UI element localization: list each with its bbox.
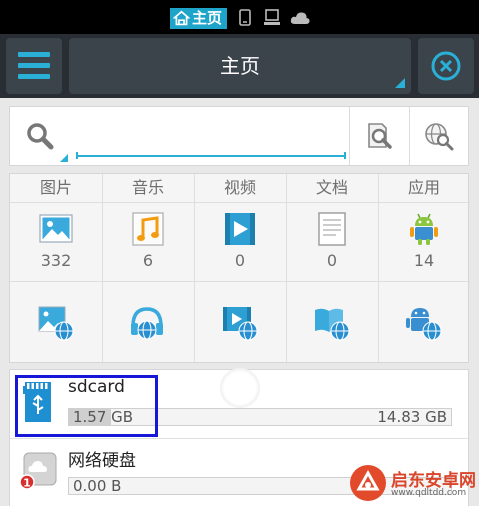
action-bar: 主页 [0, 34, 479, 98]
watermark-url: www.qdltdd.com [391, 488, 467, 498]
category-header-images[interactable]: 图片 [10, 174, 102, 202]
window-switcher[interactable]: 主页 [69, 38, 411, 94]
network-image-icon [38, 306, 74, 341]
category-video[interactable]: 0 [194, 203, 286, 281]
category-documents[interactable]: 0 [286, 203, 378, 281]
music-note-icon [132, 212, 164, 246]
search-type-button[interactable] [10, 107, 70, 165]
network-video-icon [223, 307, 258, 341]
search-bar [9, 106, 469, 166]
watermark-logo-icon [350, 465, 386, 501]
storage-used: 0.00 B [73, 477, 122, 495]
page-title: 主页 [220, 54, 260, 78]
local-search-button[interactable] [350, 107, 408, 165]
category-header-documents[interactable]: 文档 [286, 174, 378, 202]
image-icon [39, 214, 73, 243]
watermark: 启东安卓网 www.qdltdd.com [344, 461, 479, 506]
phone-icon[interactable] [239, 9, 251, 26]
network-music-icon [131, 307, 163, 340]
video-play-icon [225, 213, 255, 245]
network-drive-icon: 1 [19, 452, 57, 490]
computer-icon[interactable] [264, 9, 280, 26]
cloud-icon[interactable] [290, 11, 310, 25]
input-tick-right [344, 152, 346, 159]
close-circle-icon [431, 51, 461, 81]
loading-spinner [220, 368, 260, 408]
network-books[interactable] [286, 282, 378, 362]
close-window-button[interactable] [418, 38, 474, 94]
network-video[interactable] [194, 282, 286, 362]
input-tick-left [76, 152, 78, 159]
category-count: 6 [142, 251, 154, 270]
category-images[interactable]: 332 [10, 203, 102, 281]
network-android-icon [406, 308, 442, 341]
globe-search-icon [425, 123, 454, 151]
document-search-icon [368, 123, 392, 149]
network-book-icon [315, 308, 350, 341]
web-search-button[interactable] [410, 107, 468, 165]
android-icon [410, 213, 438, 245]
menu-button[interactable] [6, 38, 62, 94]
category-header-video[interactable]: 视频 [194, 174, 286, 202]
dropdown-corner-icon [395, 78, 405, 88]
storage-total: 14.83 GB [377, 408, 447, 426]
dropdown-corner-icon [60, 154, 68, 162]
category-header-music[interactable]: 音乐 [102, 174, 194, 202]
selection-highlight [15, 375, 158, 437]
category-count: 0 [234, 251, 246, 270]
home-outline-icon [173, 10, 190, 26]
network-apps[interactable] [378, 282, 470, 362]
network-images[interactable] [10, 282, 102, 362]
category-apps[interactable]: 14 [378, 203, 470, 281]
category-music[interactable]: 6 [102, 203, 194, 281]
network-music[interactable] [102, 282, 194, 362]
category-panel: 图片 音乐 视频 文档 应用 332 6 0 0 14 [9, 173, 470, 363]
category-count: 14 [413, 251, 435, 270]
storage-name: 网络硬盘 [68, 451, 136, 471]
document-icon [318, 212, 346, 246]
search-input[interactable] [76, 119, 346, 157]
category-count: 332 [40, 251, 72, 270]
status-tab-label: 主页 [192, 9, 223, 27]
search-icon [27, 123, 54, 150]
status-home-tab[interactable]: 主页 [170, 8, 228, 29]
status-bar: 主页 [0, 0, 479, 34]
category-header-apps[interactable]: 应用 [378, 174, 470, 202]
category-count: 0 [326, 251, 338, 270]
notification-badge: 1 [23, 477, 31, 490]
